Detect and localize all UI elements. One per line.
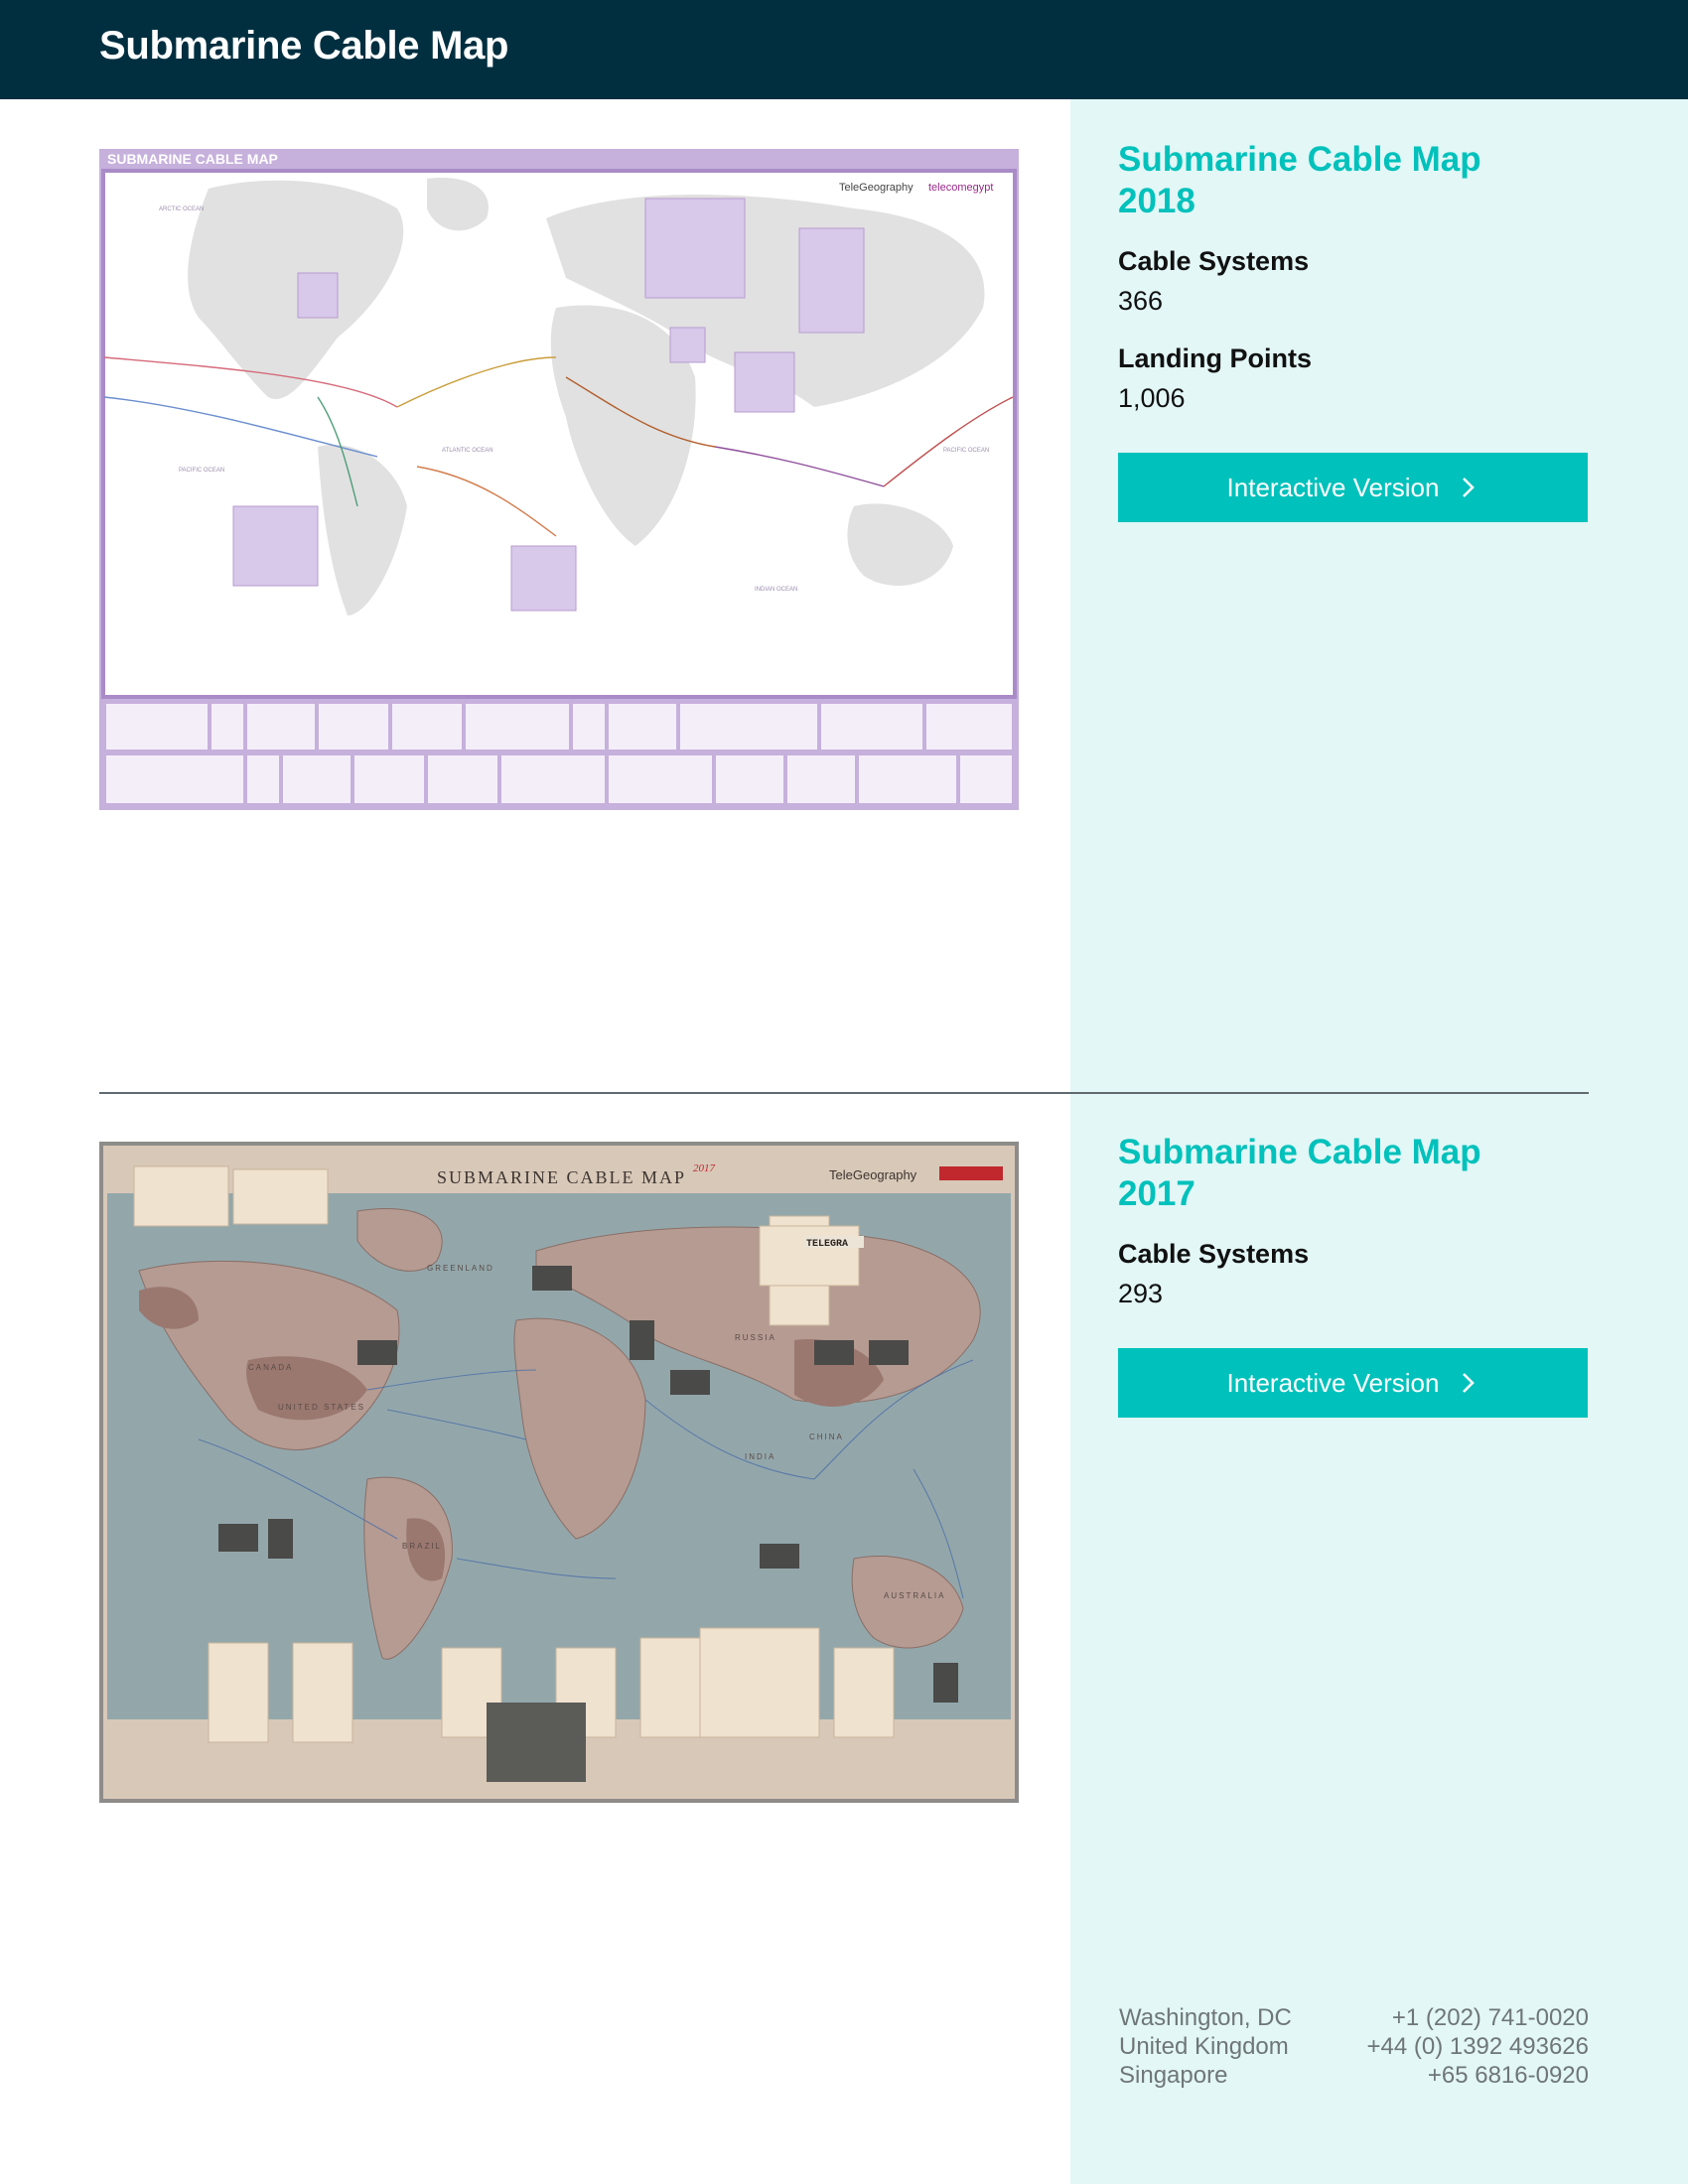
site-header: Submarine Cable Map: [0, 0, 1688, 99]
map-2017-interactive-version-button[interactable]: Interactive Version: [1118, 1348, 1588, 1418]
map-2017-cable-systems-label: Cable Systems: [1118, 1239, 1310, 1269]
map-2018-info: Submarine Cable Map 2018 Cable Systems 3…: [1118, 139, 1589, 522]
chevron-right-icon: [1459, 475, 1478, 500]
map-2018-ocean-label-2: ATLANTIC OCEAN: [442, 448, 493, 454]
map-2018-cable-systems-label: Cable Systems: [1118, 246, 1310, 276]
footer-office-row: Singapore +65 6816-0920: [1119, 2061, 1589, 2090]
cable-map-2018-image[interactable]: SUBMARINE CABLE MAP TeleGeography teleco…: [99, 149, 1019, 810]
map-2017-label-canada: CANADA: [248, 1363, 293, 1372]
map-2018-cable-systems-value: 366: [1118, 286, 1164, 316]
map-2017-label-greenland: GREENLAND: [427, 1264, 494, 1273]
map-2018-bottom-panels: [104, 702, 1014, 805]
section-divider: [99, 1092, 1589, 1094]
map-2018-brand-right: telecomegypt: [928, 182, 993, 194]
map-2017-label-russia: RUSSIA: [735, 1333, 776, 1342]
map-2017-label-china: CHINA: [809, 1433, 844, 1441]
map-2017-label-india: INDIA: [745, 1452, 775, 1461]
office-phone[interactable]: +44 (0) 1392 493626: [1366, 2032, 1589, 2061]
site-title[interactable]: Submarine Cable Map: [99, 24, 508, 68]
footer-contacts: Washington, DC +1 (202) 741-0020 United …: [1119, 2003, 1589, 2090]
map-2018-title[interactable]: Submarine Cable Map 2018: [1118, 139, 1535, 222]
map-2017-year-tag: 2017: [693, 1162, 716, 1174]
office-phone[interactable]: +1 (202) 741-0020: [1392, 2003, 1589, 2032]
office-phone[interactable]: +65 6816-0920: [1428, 2061, 1589, 2090]
footer-office-row: United Kingdom +44 (0) 1392 493626: [1119, 2032, 1589, 2061]
chevron-right-icon: [1459, 1370, 1478, 1396]
map-2017-title[interactable]: Submarine Cable Map 2017: [1118, 1132, 1535, 1215]
map-2017-stamp-text: TELEGRA: [806, 1239, 848, 1250]
map-2017-illustration: SUBMARINE CABLE MAP 2017 TeleGeography C…: [99, 1142, 1019, 1803]
map-2018-ocean-label-3: PACIFIC OCEAN: [179, 468, 224, 474]
map-2017-banner: SUBMARINE CABLE MAP: [437, 1167, 686, 1187]
map-2017-info: Submarine Cable Map 2017 Cable Systems 2…: [1118, 1132, 1589, 1418]
map-2017-label-united-states: UNITED STATES: [278, 1403, 365, 1412]
map-2017-label-brazil: BRAZIL: [402, 1542, 442, 1551]
map-2018-illustration: SUBMARINE CABLE MAP TeleGeography teleco…: [99, 149, 1019, 810]
map-2018-landing-points-value: 1,006: [1118, 383, 1186, 413]
office-city: Washington, DC: [1119, 2004, 1292, 2031]
office-city: Singapore: [1119, 2062, 1228, 2089]
map-2017-brand-left: TeleGeography: [829, 1167, 917, 1182]
cable-map-2017-image[interactable]: SUBMARINE CABLE MAP 2017 TeleGeography C…: [99, 1142, 1019, 1803]
map-2018-ocean-label-5: INDIAN OCEAN: [755, 587, 797, 593]
interactive-version-label: Interactive Version: [1226, 472, 1440, 502]
interactive-version-label: Interactive Version: [1226, 1367, 1440, 1398]
map-2018-ocean-label-1: ARCTIC OCEAN: [159, 206, 204, 212]
map-2017-label-australia: AUSTRALIA: [884, 1591, 945, 1600]
map-2018-ocean-label-4: PACIFIC OCEAN: [943, 448, 989, 454]
map-2018-interactive-version-button[interactable]: Interactive Version: [1118, 453, 1588, 522]
map-2018-landing-points-label: Landing Points: [1118, 343, 1312, 373]
map-2018-brand-left: TeleGeography: [839, 182, 914, 194]
map-2017-cable-systems-value: 293: [1118, 1279, 1164, 1308]
map-2018-banner: SUBMARINE CABLE MAP: [107, 151, 278, 167]
office-city: United Kingdom: [1119, 2033, 1289, 2060]
footer-office-row: Washington, DC +1 (202) 741-0020: [1119, 2003, 1589, 2032]
map-2017-telegram-stamp: TELEGRA: [759, 1225, 864, 1287]
